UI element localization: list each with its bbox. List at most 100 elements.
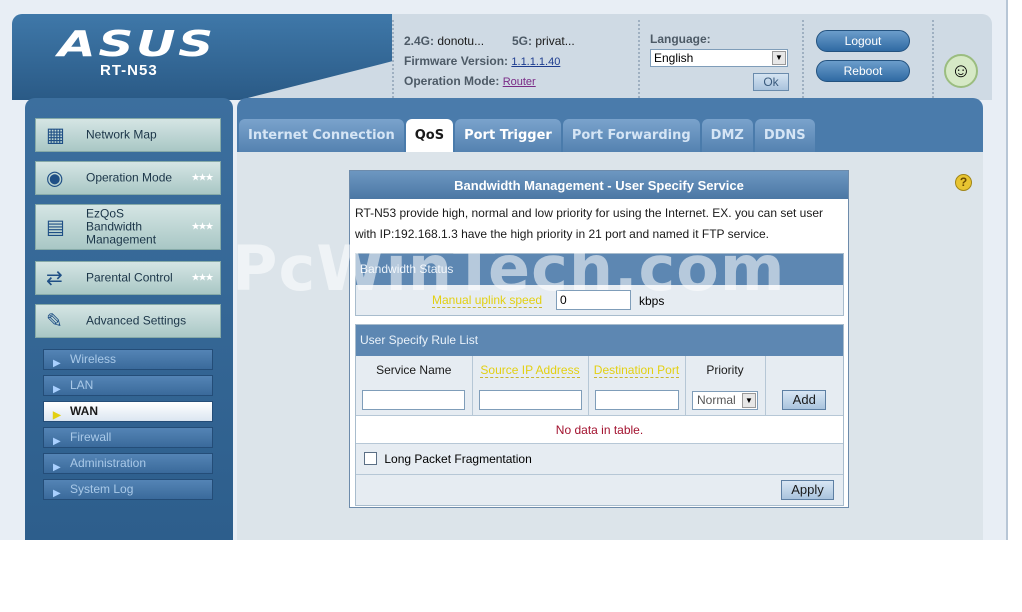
band-24g-info: 2.4G: donotu... (404, 34, 484, 48)
language-select[interactable]: English ▼ (650, 49, 788, 67)
tab-internet-connection[interactable]: Internet Connection (239, 119, 404, 152)
opmode-info: Operation Mode: Router (404, 74, 536, 88)
firmware-label: Firmware Version: (404, 54, 509, 68)
col-action (765, 356, 843, 384)
service-name-input[interactable] (362, 390, 466, 410)
band-5g-label: 5G: (512, 34, 533, 48)
sidebar-item-ezqos[interactable]: ▤ EzQoS Bandwidth Management ★★★ (35, 204, 221, 250)
col-service-name: Service Name (356, 356, 473, 384)
mascot-icon: ☺ (944, 54, 978, 88)
submenu-label: Firewall (70, 430, 112, 444)
col-destination-port: Destination Port (588, 356, 686, 384)
triangle-right-icon: ▶ (53, 462, 61, 473)
sidebar-item-advanced-settings[interactable]: ✎ Advanced Settings (35, 304, 221, 338)
band-5g-ssid: privat... (535, 34, 575, 48)
uplink-unit: kbps (639, 294, 665, 308)
band-24g-ssid: donotu... (437, 34, 485, 48)
sidebar-item-operation-mode[interactable]: ◉ Operation Mode ★★★ (35, 161, 221, 195)
submenu-label: Administration (70, 456, 147, 470)
sidebar-item-parental-control[interactable]: ⇄ Parental Control ★★★ (35, 261, 221, 295)
apply-row: Apply (356, 474, 843, 505)
uplink-row: Manual uplink speed 0 kbps (356, 285, 843, 315)
fragmentation-label: Long Packet Fragmentation (384, 452, 532, 466)
submenu-item-system-log[interactable]: ▶ System Log (43, 479, 213, 500)
logout-button[interactable]: Logout (816, 30, 910, 52)
qos-form: Bandwidth Management - User Specify Serv… (349, 170, 849, 508)
band-24g-label: 2.4G: (404, 34, 435, 48)
submenu-label: System Log (70, 482, 134, 496)
router-icon: ◉ (46, 167, 64, 190)
submenu-item-administration[interactable]: ▶ Administration (43, 453, 213, 474)
firmware-link[interactable]: 1.1.1.1.40 (511, 56, 560, 68)
priority-cell: Normal ▼ (685, 384, 766, 416)
col-priority: Priority (685, 356, 766, 384)
header-bar: ASUS RT-N53 2.4G: donotu... 5G: privat..… (12, 14, 992, 100)
sidebar-item-network-map[interactable]: ▦ Network Map (35, 118, 221, 152)
header-divider (932, 20, 934, 98)
empty-table-message: No data in table. (356, 415, 843, 443)
chevron-down-icon: ▼ (772, 51, 786, 65)
opmode-link[interactable]: Router (503, 76, 536, 88)
rule-input-row: Normal ▼ Add (356, 384, 843, 416)
uplink-speed-input[interactable]: 0 (556, 290, 631, 310)
submenu-item-lan[interactable]: ▶ LAN (43, 375, 213, 396)
service-name-cell (356, 384, 473, 416)
submenu-label: Wireless (70, 352, 117, 366)
help-icon[interactable]: ? (955, 174, 972, 191)
tab-dmz[interactable]: DMZ (701, 119, 753, 152)
apply-button[interactable]: Apply (781, 480, 834, 500)
reboot-button[interactable]: Reboot (816, 60, 910, 82)
add-button[interactable]: Add (782, 390, 827, 410)
header-divider (802, 20, 804, 98)
star-icon: ★★★ (191, 272, 214, 284)
star-icon: ★★★ (191, 221, 214, 233)
form-title: Bandwidth Management - User Specify Serv… (350, 171, 848, 199)
network-map-icon: ▦ (46, 124, 65, 147)
browser-viewport: ASUS RT-N53 2.4G: donotu... 5G: privat..… (0, 0, 1022, 612)
band-5g-info: 5G: privat... (512, 34, 575, 48)
sidebar-item-label: Parental Control (86, 270, 173, 285)
col-source-ip: Source IP Address (472, 356, 589, 384)
header-divider (638, 20, 640, 98)
asus-logo: ASUS (58, 24, 216, 65)
rule-table-header: Service Name Source IP Address Destinati… (356, 356, 843, 384)
submenu-label: WAN (70, 404, 98, 418)
add-cell: Add (765, 384, 843, 416)
sidebar-menu: ▦ Network Map ◉ Operation Mode ★★★ ▤ EzQ… (25, 98, 233, 540)
col-source-ip-label: Source IP Address (480, 363, 580, 378)
col-destination-port-label: Destination Port (593, 363, 680, 378)
sidebar-item-label: EzQoS Bandwidth Management (86, 206, 157, 247)
source-ip-input[interactable] (478, 390, 582, 410)
bandwidth-icon: ▤ (46, 216, 65, 239)
fragmentation-row: Long Packet Fragmentation (356, 443, 843, 474)
submenu-item-wan[interactable]: ▶ WAN (43, 401, 213, 422)
triangle-right-icon: ▶ (53, 410, 61, 421)
sidebar-item-label: Network Map (86, 127, 157, 142)
tab-qos[interactable]: QoS (405, 119, 454, 152)
source-ip-cell (472, 384, 589, 416)
language-ok-button[interactable]: Ok (753, 73, 789, 91)
sidebar-item-label: Operation Mode (86, 170, 173, 185)
triangle-right-icon: ▶ (53, 358, 61, 369)
parental-control-icon: ⇄ (46, 267, 63, 290)
priority-value: Normal (697, 392, 736, 407)
opmode-label: Operation Mode: (404, 74, 500, 88)
submenu-item-wireless[interactable]: ▶ Wireless (43, 349, 213, 370)
triangle-right-icon: ▶ (53, 436, 61, 447)
sidebar-item-label: Advanced Settings (86, 313, 187, 328)
bandwidth-status-heading: Bandwidth Status (356, 254, 843, 285)
fragmentation-checkbox[interactable] (364, 452, 377, 465)
rule-table: Service Name Source IP Address Destinati… (356, 356, 843, 416)
submenu-label: LAN (70, 378, 94, 392)
destination-port-input[interactable] (594, 390, 679, 410)
tab-port-trigger[interactable]: Port Trigger (455, 119, 561, 152)
tab-ddns[interactable]: DDNS (754, 119, 815, 152)
chevron-down-icon: ▼ (742, 392, 756, 408)
priority-select[interactable]: Normal ▼ (692, 390, 758, 410)
submenu-item-firewall[interactable]: ▶ Firewall (43, 427, 213, 448)
language-value: English (654, 51, 694, 65)
triangle-right-icon: ▶ (53, 488, 61, 499)
tab-port-forwarding[interactable]: Port Forwarding (562, 119, 700, 152)
triangle-right-icon: ▶ (53, 384, 61, 395)
language-label: Language: (650, 32, 711, 46)
